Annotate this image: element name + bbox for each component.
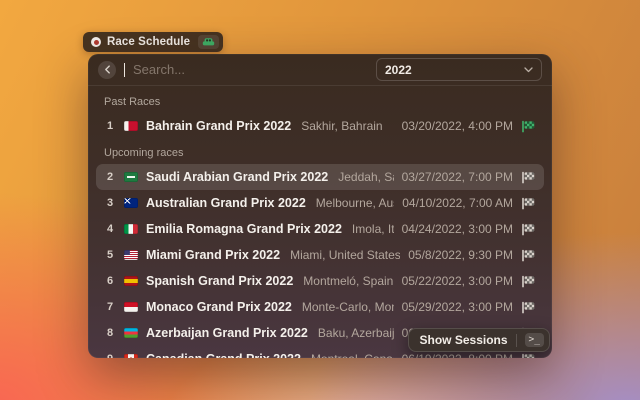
race-list: Past Races 1 Bahrain Grand Prix 2022 Sakhir… bbox=[88, 86, 552, 358]
race-row[interactable]: 4 Emilia Romagna Grand Prix 2022 Imola, It… bbox=[96, 216, 544, 242]
race-number: 4 bbox=[104, 223, 116, 235]
checkered-flag-icon bbox=[521, 249, 536, 262]
race-datetime: 06/19/2022, 8:00 PM bbox=[402, 352, 513, 358]
checkered-flag-icon bbox=[521, 223, 536, 236]
race-row[interactable]: 1 Bahrain Grand Prix 2022 Sakhir, Bahrain 0… bbox=[96, 113, 544, 139]
race-datetime: 04/24/2022, 3:00 PM bbox=[402, 222, 513, 236]
command-tab[interactable]: Race Schedule bbox=[83, 32, 223, 52]
race-number: 3 bbox=[104, 197, 116, 209]
checkered-flag-icon bbox=[521, 301, 536, 314]
race-number: 5 bbox=[104, 249, 116, 261]
search-bar: 2022 bbox=[88, 54, 552, 85]
checkered-flag-icon bbox=[521, 353, 536, 359]
back-button[interactable] bbox=[98, 61, 116, 79]
section-title: Upcoming races bbox=[96, 139, 544, 164]
race-datetime: 05/29/2022, 3:00 PM bbox=[402, 300, 513, 314]
checkered-flag-icon bbox=[521, 120, 536, 133]
race-name: Bahrain Grand Prix 2022 bbox=[146, 119, 291, 133]
race-number: 7 bbox=[104, 301, 116, 313]
race-name: Australian Grand Prix 2022 bbox=[146, 196, 306, 210]
record-dot-icon bbox=[91, 37, 101, 47]
race-name: Azerbaijan Grand Prix 2022 bbox=[146, 326, 308, 340]
checkered-flag-icon bbox=[521, 275, 536, 288]
race-datetime: 03/20/2022, 4:00 PM bbox=[402, 119, 513, 133]
country-flag-icon bbox=[124, 121, 138, 131]
race-name: Spanish Grand Prix 2022 bbox=[146, 274, 293, 288]
race-location: Miami, United States bbox=[290, 248, 400, 262]
race-datetime: 04/10/2022, 7:00 AM bbox=[402, 196, 513, 210]
race-number: 8 bbox=[104, 327, 116, 339]
race-datetime: 05/22/2022, 3:00 PM bbox=[402, 274, 513, 288]
race-row[interactable]: 7 Monaco Grand Prix 2022 Monte-Carlo, Mona… bbox=[96, 294, 544, 320]
section-title: Past Races bbox=[96, 88, 544, 113]
race-name: Canadian Grand Prix 2022 bbox=[146, 352, 301, 358]
race-number: 1 bbox=[104, 120, 116, 132]
season-dropdown-value: 2022 bbox=[385, 63, 412, 77]
search-input[interactable] bbox=[133, 62, 368, 77]
chevron-left-icon bbox=[104, 65, 111, 74]
race-number: 6 bbox=[104, 275, 116, 287]
action-hint[interactable]: Show Sessions >_ bbox=[408, 328, 550, 352]
command-tab-label: Race Schedule bbox=[107, 36, 190, 48]
race-name: Monaco Grand Prix 2022 bbox=[146, 300, 292, 314]
race-name: Saudi Arabian Grand Prix 2022 bbox=[146, 170, 328, 184]
race-row[interactable]: 2 Saudi Arabian Grand Prix 2022 Jeddah, Sa… bbox=[96, 164, 544, 190]
race-location: Montmeló, Spain bbox=[303, 274, 393, 288]
race-location: Jeddah, Saudi Arabia bbox=[338, 170, 393, 184]
country-flag-icon bbox=[124, 250, 138, 260]
race-location: Sakhir, Bahrain bbox=[301, 119, 393, 133]
race-row[interactable]: 5 Miami Grand Prix 2022 Miami, United Stat… bbox=[96, 242, 544, 268]
race-number: 9 bbox=[104, 353, 116, 358]
race-row[interactable]: 6 Spanish Grand Prix 2022 Montmeló, Spain 0… bbox=[96, 268, 544, 294]
race-car-icon bbox=[202, 37, 215, 47]
race-name: Miami Grand Prix 2022 bbox=[146, 248, 280, 262]
text-caret bbox=[124, 63, 125, 77]
race-datetime: 05/8/2022, 9:30 PM bbox=[408, 248, 513, 262]
race-location: Melbourne, Australia bbox=[316, 196, 394, 210]
action-hint-divider bbox=[516, 334, 517, 347]
country-flag-icon bbox=[124, 354, 138, 358]
race-location: Montreal, Canada bbox=[311, 352, 394, 358]
country-flag-icon bbox=[124, 328, 138, 338]
raycast-window: 2022 Past Races 1 Bahrain Grand Prix 2022 S… bbox=[88, 54, 552, 358]
season-dropdown[interactable]: 2022 bbox=[376, 58, 542, 81]
checkered-flag-icon bbox=[521, 197, 536, 210]
race-datetime: 03/27/2022, 7:00 PM bbox=[402, 170, 513, 184]
race-location: Imola, Italy bbox=[352, 222, 394, 236]
country-flag-icon bbox=[124, 172, 138, 182]
country-flag-icon bbox=[124, 198, 138, 208]
country-flag-icon bbox=[124, 276, 138, 286]
country-flag-icon bbox=[124, 224, 138, 234]
checkered-flag-icon bbox=[521, 171, 536, 184]
action-hint-label: Show Sessions bbox=[420, 333, 508, 347]
chevron-down-icon bbox=[524, 67, 533, 73]
country-flag-icon bbox=[124, 302, 138, 312]
race-row[interactable]: 3 Australian Grand Prix 2022 Melbourne, Au… bbox=[96, 190, 544, 216]
race-location: Monte-Carlo, Monaco bbox=[302, 300, 394, 314]
race-location: Baku, Azerbaijan bbox=[318, 326, 394, 340]
race-car-chip bbox=[198, 35, 219, 49]
race-name: Emilia Romagna Grand Prix 2022 bbox=[146, 222, 342, 236]
race-number: 2 bbox=[104, 171, 116, 183]
enter-key-icon: >_ bbox=[525, 333, 544, 347]
